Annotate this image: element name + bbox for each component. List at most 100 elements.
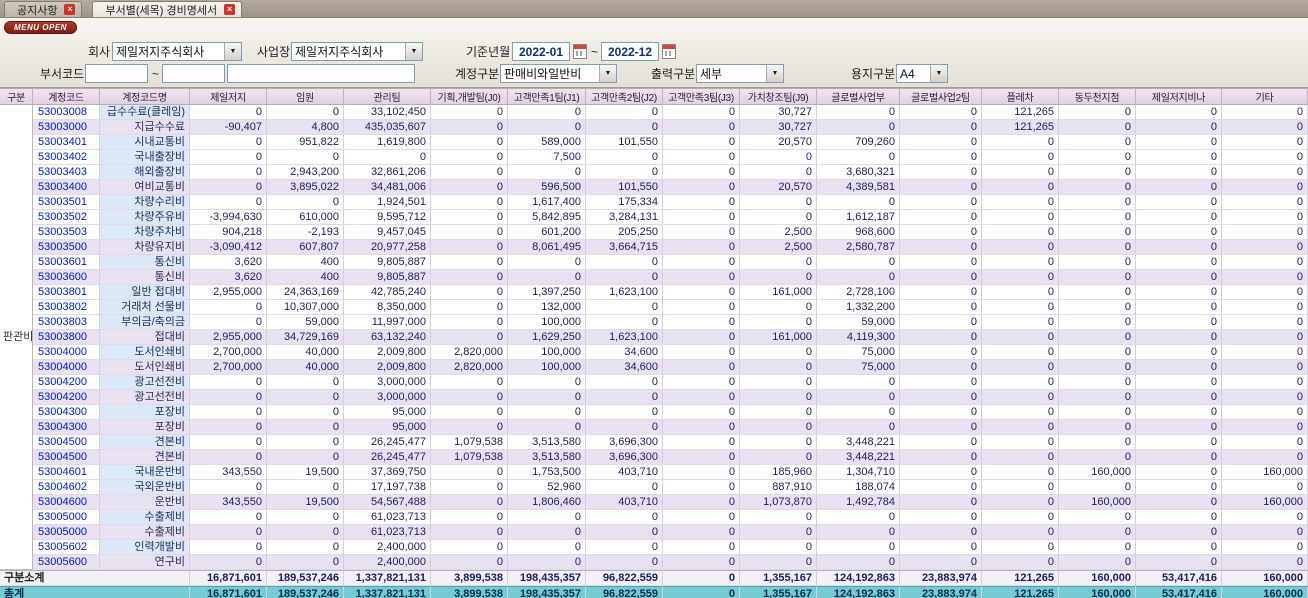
column-header[interactable]: 계정코드명	[100, 88, 190, 105]
column-header[interactable]: 고객만족1팀(J1)	[508, 88, 586, 105]
table-row[interactable]: 53004500 견본비 0 0 26,245,477 1,079,538 3,513,58…	[0, 435, 1308, 450]
table-row[interactable]: 53003500 차량유지비 -3,090,412 607,807 20,977,258…	[0, 240, 1308, 255]
table-row[interactable]: 53004200 광고선전비 0 0 3,000,000 0 0 0 0 0 0 0 0 0 0 0	[0, 390, 1308, 405]
value-cell: 3,620	[190, 270, 267, 285]
value-cell: 0	[817, 255, 900, 270]
account-type-select[interactable]: 판매비와일반비 ▼	[500, 64, 617, 83]
value-cell: 0	[1136, 195, 1222, 210]
value-cell: 1,617,400	[508, 195, 586, 210]
account-code-cell: 53003501	[33, 195, 100, 210]
close-icon[interactable]: ×	[224, 4, 236, 15]
tab-notice[interactable]: 공지사항 ×	[4, 1, 83, 17]
table-row[interactable]: 53003501 차량수리비 0 0 1,924,501 0 1,617,400 175,33…	[0, 195, 1308, 210]
table-row[interactable]: 53004300 포장비 0 0 95,000 0 0 0 0 0 0 0 0 0 0 0	[0, 420, 1308, 435]
value-cell: 0	[1222, 435, 1308, 450]
table-row[interactable]: 53003601 통신비 3,620 400 9,805,887 0 0 0 0 0 0 0 0 0 0 0	[0, 255, 1308, 270]
value-cell: 0	[1222, 150, 1308, 165]
output-type-select[interactable]: 세부 ▼	[696, 64, 784, 83]
table-row[interactable]: 53003600 통신비 3,620 400 9,805,887 0 0 0 0 0 0 0 0 0 0 0	[0, 270, 1308, 285]
table-row[interactable]: 53004300 포장비 0 0 95,000 0 0 0 0 0 0 0 0 0 0 0	[0, 405, 1308, 420]
column-header[interactable]: 글로벌사업2팀	[900, 88, 982, 105]
value-cell: 0	[190, 450, 267, 465]
period-from-input[interactable]	[512, 42, 570, 61]
value-cell: 0	[1222, 540, 1308, 555]
table-row[interactable]: 53004602 국외운반비 0 0 17,197,738 0 52,960 0 0 887,91…	[0, 480, 1308, 495]
column-header[interactable]: 가치창조팀(J9)	[740, 88, 817, 105]
value-cell: 0	[900, 120, 982, 135]
value-cell: 9,457,045	[344, 225, 431, 240]
value-cell: 3,895,022	[267, 180, 344, 195]
table-row[interactable]: 53005000 수출제비 0 0 61,023,713 0 0 0 0 0 0 0 0 0 0 0	[0, 525, 1308, 540]
column-header[interactable]: 글로벌사업부	[817, 88, 900, 105]
value-cell: 0	[982, 345, 1059, 360]
column-header[interactable]: 플레차	[982, 88, 1059, 105]
table-row[interactable]: 53003000 지급수수료 -90,407 4,800 435,035,607 0 0 0 0…	[0, 120, 1308, 135]
value-cell: 100,000	[508, 345, 586, 360]
column-header[interactable]: 관리팀	[344, 88, 431, 105]
table-row[interactable]: 53004200 광고선전비 0 0 3,000,000 0 0 0 0 0 0 0 0 0 0 0	[0, 375, 1308, 390]
column-header[interactable]: 고객만족3팀(J3)	[663, 88, 740, 105]
value-cell: 0	[663, 345, 740, 360]
column-header[interactable]: 제일저지비나	[1136, 88, 1222, 105]
table-row[interactable]: 53003503 차량주차비 904,218 -2,193 9,457,045 0 601,…	[0, 225, 1308, 240]
menu-open-button[interactable]: MENU OPEN	[4, 21, 77, 34]
value-cell: 0	[900, 525, 982, 540]
table-row[interactable]: 53005600 연구비 0 0 2,400,000 0 0 0 0 0 0 0 0 0 0 0	[0, 555, 1308, 570]
table-row[interactable]: 판관비 53003008 급수수료(클레임) 0 0 33,102,450 0 0 0 0 30,7…	[0, 105, 1308, 570]
value-cell: 0	[431, 225, 508, 240]
value-cell: 0	[900, 345, 982, 360]
calendar-icon[interactable]	[662, 44, 676, 59]
site-select[interactable]: 제일저지주식회사 ▼	[291, 42, 423, 61]
table-row[interactable]: 53003401 시내교통비 0 951,822 1,619,800 0 589,000 10…	[0, 135, 1308, 150]
period-to-input[interactable]	[601, 42, 659, 61]
table-row[interactable]: 53003403 해외출장비 0 2,943,200 32,861,206 0 0 0 0 0 3,…	[0, 165, 1308, 180]
dept-from-input[interactable]	[85, 64, 148, 83]
table-row[interactable]: 53003502 차량주유비 -3,994,630 610,000 9,595,712 0…	[0, 210, 1308, 225]
table-row[interactable]: 53004600 운반비 343,550 19,500 54,567,488 0 1,806…	[0, 495, 1308, 510]
table-row[interactable]: 53004601 국내운반비 343,550 19,500 37,369,750 0 1,7…	[0, 465, 1308, 480]
account-name-cell: 수출제비	[100, 510, 190, 525]
column-header[interactable]: 고객만족2팀(J2)	[586, 88, 663, 105]
table-row[interactable]: 53005602 인력개발비 0 0 2,400,000 0 0 0 0 0 0 0 0 0 0 0	[0, 540, 1308, 555]
value-cell: 0	[740, 195, 817, 210]
value-cell: 0	[740, 450, 817, 465]
value-cell: 0	[586, 105, 663, 120]
value-cell: 101,550	[586, 180, 663, 195]
table-row[interactable]: 53005000 수출제비 0 0 61,023,713 0 0 0 0 0 0 0 0 0 0 0	[0, 510, 1308, 525]
dept-name-input[interactable]	[227, 64, 415, 83]
column-header[interactable]: 구분	[0, 88, 33, 105]
column-header[interactable]: 임원	[267, 88, 344, 105]
value-cell: 0	[586, 315, 663, 330]
value-cell: 403,710	[586, 465, 663, 480]
value-cell: 100,000	[508, 360, 586, 375]
value-cell: 0	[190, 300, 267, 315]
value-cell: 3,680,321	[817, 165, 900, 180]
column-header[interactable]: 동두천지점	[1059, 88, 1136, 105]
table-row[interactable]: 53003802 거래처 선물비 0 10,307,000 8,350,000 0 132,…	[0, 300, 1308, 315]
value-cell: 1,337,821,131	[344, 570, 431, 586]
company-select[interactable]: 제일저지주식회사 ▼	[112, 42, 242, 61]
account-name-cell: 지급수수료	[100, 120, 190, 135]
column-header[interactable]: 제일저지	[190, 88, 267, 105]
calendar-icon[interactable]	[573, 44, 587, 59]
value-cell: 0	[663, 135, 740, 150]
table-row[interactable]: 53003400 여비교통비 0 3,895,022 34,481,006 0 596,50…	[0, 180, 1308, 195]
close-icon[interactable]: ×	[64, 4, 76, 15]
value-cell: 0	[663, 105, 740, 120]
column-header[interactable]: 기타	[1222, 88, 1308, 105]
table-row[interactable]: 53003800 접대비 2,955,000 34,729,169 63,132,240…	[0, 330, 1308, 345]
column-header[interactable]: 기획,개발팀(J0)	[431, 88, 508, 105]
value-cell: 0	[982, 525, 1059, 540]
column-header[interactable]: 계정코드	[33, 88, 100, 105]
value-cell: 0	[663, 375, 740, 390]
table-row[interactable]: 53003402 국내출장비 0 0 0 0 7,500 0 0 0 0 0 0 0 0 0	[0, 150, 1308, 165]
value-cell: 3,620	[190, 255, 267, 270]
table-row[interactable]: 53003803 부의금/축의금 0 59,000 11,997,000 0 100,000…	[0, 315, 1308, 330]
table-row[interactable]: 53004000 도서인쇄비 2,700,000 40,000 2,009,800 2,8…	[0, 360, 1308, 375]
tab-expense-report[interactable]: 부서별(세목) 경비명세서 ×	[92, 1, 243, 17]
table-row[interactable]: 53003801 일반 접대비 2,955,000 24,363,169 42,785,…	[0, 285, 1308, 300]
table-row[interactable]: 53004500 견본비 0 0 26,245,477 1,079,538 3,513,58…	[0, 450, 1308, 465]
paper-size-select[interactable]: A4 ▼	[896, 64, 948, 83]
table-row[interactable]: 53004000 도서인쇄비 2,700,000 40,000 2,009,800 2,8…	[0, 345, 1308, 360]
dept-to-input[interactable]	[162, 64, 225, 83]
